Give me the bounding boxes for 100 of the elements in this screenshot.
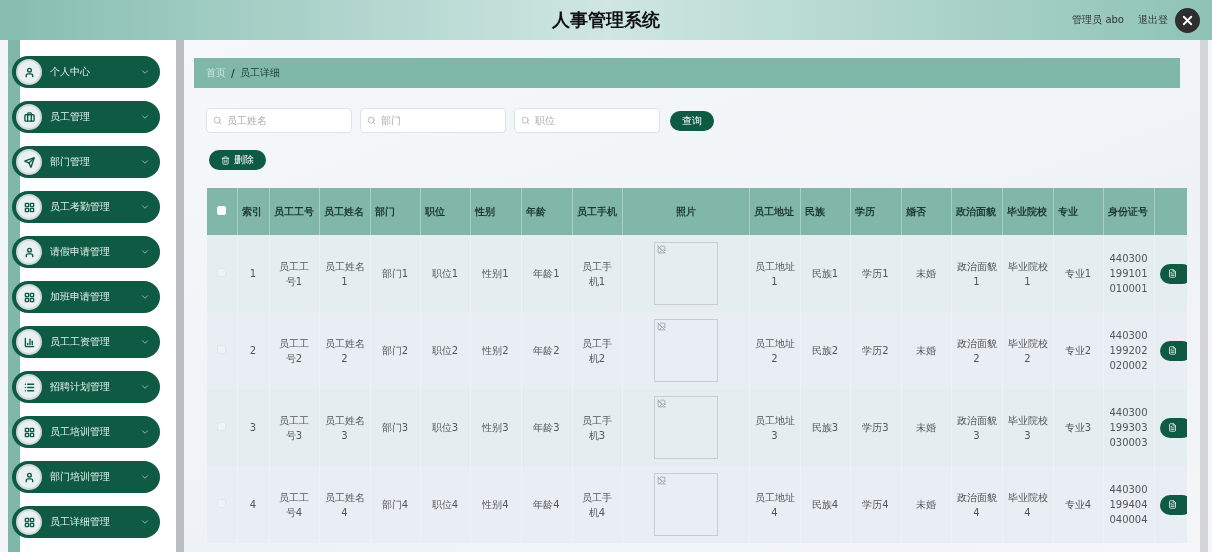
table-cell: 学历1 (862, 268, 889, 279)
document-icon (1167, 269, 1177, 278)
column-header[interactable]: 学历 (850, 188, 901, 235)
sidebar-item[interactable]: 招聘计划管理 (12, 371, 160, 403)
bar-chart-icon (16, 329, 42, 355)
column-header[interactable]: 年龄 (521, 188, 572, 235)
sidebar-item[interactable]: 员工工资管理 (12, 326, 160, 358)
column-header[interactable]: 职位 (420, 188, 470, 235)
table-cell: 员工姓名4 (324, 491, 365, 518)
table-cell: 员工工号2 (279, 337, 309, 364)
table-cell: 政治面貌3 (956, 414, 997, 441)
table-cell: 毕业院校1 (1007, 260, 1048, 287)
close-button[interactable] (1175, 8, 1200, 33)
table-cell: 职位2 (431, 345, 459, 356)
sidebar-item[interactable]: 个人中心 (12, 56, 160, 88)
table-cell: 专业1 (1064, 268, 1092, 279)
document-icon (1167, 500, 1177, 509)
breadcrumb-item: 员工详细 (239, 66, 280, 80)
table-cell: 员工地址4 (754, 491, 795, 518)
table-cell: 员工工号4 (279, 491, 309, 518)
logout-link[interactable]: 退出登 (1138, 13, 1168, 27)
person-icon (16, 239, 42, 265)
table-cell: 员工姓名3 (324, 414, 365, 441)
table-cell: 部门2 (381, 345, 409, 356)
sidebar-item[interactable]: 员工管理 (12, 101, 160, 133)
document-icon (1167, 423, 1177, 432)
table-cell: 员工手机2 (582, 337, 612, 364)
person-icon (16, 59, 42, 85)
table-cell: 未婚 (916, 345, 936, 356)
sidebar-item[interactable]: 部门管理 (12, 146, 160, 178)
table-cell: 职位4 (431, 499, 459, 510)
table-cell: 部门1 (381, 268, 409, 279)
edit-button[interactable] (1159, 494, 1187, 515)
table-cell: 员工手机1 (582, 260, 612, 287)
close-icon (1180, 13, 1195, 28)
edit-button[interactable] (1159, 417, 1187, 438)
table-cell: 政治面貌4 (956, 491, 997, 518)
grid-icon (16, 419, 42, 445)
sidebar-item[interactable]: 员工考勤管理 (12, 191, 160, 223)
table-cell: 440300199101010001 (1109, 253, 1148, 294)
sidebar-item[interactable]: 请假申请管理 (12, 236, 160, 268)
column-header[interactable]: 部门 (370, 188, 420, 235)
table-cell: 学历3 (862, 422, 889, 433)
column-header[interactable]: 性别 (470, 188, 521, 235)
table-cell: 专业4 (1064, 499, 1092, 510)
table-cell: 员工手机3 (582, 414, 612, 441)
column-header[interactable]: 毕业院校 (1002, 188, 1053, 235)
column-header[interactable]: 政治面貌 (951, 188, 1002, 235)
column-header[interactable]: 专业 (1053, 188, 1103, 235)
table-cell: 未婚 (916, 268, 936, 279)
table-cell: 年龄4 (533, 499, 560, 510)
search-field[interactable]: 职位 (514, 108, 660, 133)
table-cell: 性别4 (482, 499, 509, 510)
table-cell: 民族3 (811, 422, 839, 433)
grid-icon (16, 284, 42, 310)
column-header[interactable]: 员工手机 (572, 188, 622, 235)
table-cell: 4 (249, 499, 257, 510)
sidebar-item[interactable]: 员工培训管理 (12, 416, 160, 448)
table-cell: 政治面貌2 (956, 337, 997, 364)
search-button[interactable]: 查询 (670, 110, 714, 131)
table-cell: 员工手机4 (582, 491, 612, 518)
table-cell: 员工工号3 (279, 414, 309, 441)
column-header[interactable]: 婚否 (901, 188, 951, 235)
delete-button[interactable]: 删除 (209, 150, 266, 170)
sidebar-item[interactable]: 加班申请管理 (12, 281, 160, 313)
search-icon (213, 116, 222, 125)
column-header[interactable]: 员工工号 (269, 188, 319, 235)
edit-button[interactable] (1159, 263, 1187, 284)
grid-icon (16, 194, 42, 220)
column-header[interactable]: 员工姓名 (319, 188, 370, 235)
table-cell: 民族4 (811, 499, 839, 510)
list-icon (16, 374, 42, 400)
table-cell: 员工工号1 (279, 260, 309, 287)
table-cell: 440300199303030003 (1109, 407, 1148, 448)
sidebar-item[interactable]: 部门培训管理 (12, 461, 160, 493)
column-header[interactable]: 员工地址 (749, 188, 800, 235)
column-header[interactable]: 照片 (622, 188, 749, 235)
column-header[interactable]: 身份证号 (1103, 188, 1154, 235)
table-cell: 员工地址3 (754, 414, 795, 441)
edit-button[interactable] (1159, 340, 1187, 361)
broken-image-icon (656, 476, 666, 485)
table-cell: 年龄3 (533, 422, 560, 433)
table-cell: 员工姓名2 (324, 337, 365, 364)
sidebar-item[interactable]: 员工详细管理 (12, 506, 160, 538)
briefcase-icon (16, 104, 42, 130)
search-icon (521, 116, 530, 125)
document-icon (1167, 346, 1177, 355)
column-header[interactable]: 索引 (237, 188, 269, 235)
table-cell: 440300199202020002 (1109, 330, 1148, 371)
column-header[interactable]: 民族 (800, 188, 850, 235)
trash-icon (221, 155, 230, 165)
table-cell: 学历2 (862, 345, 889, 356)
table-cell: 员工姓名1 (324, 260, 365, 287)
broken-image-icon (656, 245, 666, 254)
table-cell: 员工地址2 (754, 337, 795, 364)
table-cell: 未婚 (916, 422, 936, 433)
user-label: 管理员 abo (1072, 13, 1124, 27)
search-field[interactable]: 员工姓名 (206, 108, 352, 133)
breadcrumb-separator: / (231, 67, 235, 79)
search-field[interactable]: 部门 (360, 108, 506, 133)
